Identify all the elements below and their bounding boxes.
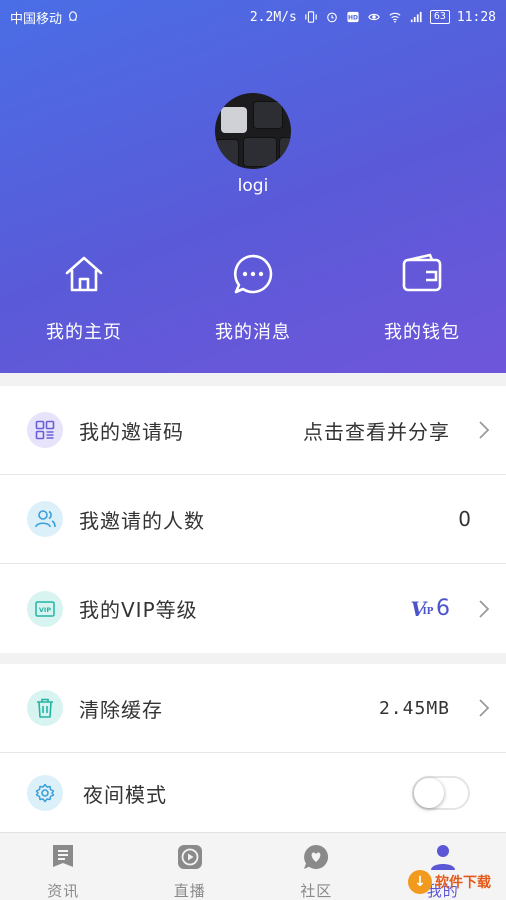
my-messages-button[interactable]: 我的消息 (183, 252, 323, 344)
trash-icon (37, 698, 53, 718)
qq-icon (69, 11, 78, 21)
clock: 11:28 (456, 9, 496, 25)
avatar[interactable] (215, 93, 291, 169)
username: logi (237, 176, 269, 196)
quick-action-label: 我的主页 (46, 322, 122, 343)
vip-level-number: 6 (436, 596, 450, 621)
tab-label: 社区 (300, 882, 333, 900)
vip-level-title: 我的VIP等级 (79, 598, 198, 622)
vibrate-icon (305, 11, 317, 23)
invite-count-row[interactable]: 我邀请的人数 0 (0, 475, 506, 564)
gear-icon (35, 783, 55, 803)
quick-action-label: 我的消息 (215, 322, 291, 343)
svg-text:HD: HD (348, 15, 358, 22)
hd-icon: HD (347, 11, 359, 23)
settings-section: 清除缓存 2.45MB 夜间模式 (0, 664, 506, 833)
play-icon (177, 845, 202, 869)
users-icon (35, 510, 56, 528)
chevron-right-icon (479, 699, 490, 717)
clear-cache-row[interactable]: 清除缓存 2.45MB (0, 664, 506, 753)
carrier-name: 中国移动 (10, 11, 63, 27)
alarm-icon (326, 12, 337, 23)
invite-code-value: 点击查看并分享 (303, 419, 450, 444)
vip-level-value: V IP 6 (410, 596, 450, 621)
profile-header: 中国移动 2.2M/s HD 63 11:28 logi 我的主页 我的消息 我… (0, 0, 506, 373)
battery-level: 63 (429, 10, 450, 24)
vip-level-row[interactable]: VIP 我的VIP等级 V IP 6 (0, 564, 506, 653)
invite-count-title: 我邀请的人数 (79, 508, 205, 533)
vip-level-icon-bg: VIP (27, 590, 63, 627)
chevron-right-icon (479, 421, 490, 439)
vip-badge: V IP (410, 596, 434, 621)
quick-action-label: 我的钱包 (384, 322, 460, 343)
my-wallet-button[interactable]: 我的钱包 (352, 252, 492, 344)
network-speed: 2.2M/s (249, 9, 297, 25)
invite-code-title: 我的邀请码 (79, 419, 184, 444)
night-mode-row: 夜间模式 (0, 753, 506, 833)
tab-live[interactable]: 直播 (127, 833, 254, 900)
cache-size-value: 2.45MB (378, 697, 450, 719)
invite-code-row[interactable]: 我的邀请码 点击查看并分享 (0, 386, 506, 475)
person-icon (430, 845, 455, 870)
tab-community[interactable]: 社区 (253, 833, 380, 900)
my-homepage-button[interactable]: 我的主页 (14, 252, 154, 344)
invite-section: 我的邀请码 点击查看并分享 我邀请的人数 0 VIP 我的VIP等级 V IP 6 (0, 386, 506, 653)
chat-bubble-icon (234, 254, 273, 294)
eye-icon (368, 13, 380, 21)
watermark: ↓ 软件下载 (408, 868, 500, 896)
clear-cache-title: 清除缓存 (79, 697, 163, 722)
tab-label: 资讯 (47, 882, 80, 900)
clear-cache-icon-bg (27, 690, 63, 726)
svg-text:VIP: VIP (39, 606, 51, 614)
invite-count-value: 0 (458, 507, 472, 531)
night-mode-title: 夜间模式 (83, 782, 167, 807)
heart-bubble-icon (304, 844, 329, 869)
news-icon (53, 845, 74, 867)
wifi-icon (389, 12, 401, 23)
invite-count-icon-bg (27, 501, 63, 537)
toggle-knob (414, 778, 444, 808)
tab-label: 直播 (173, 882, 206, 900)
wallet-icon (402, 253, 442, 292)
chevron-right-icon (479, 599, 490, 618)
watermark-text: 软件下载 (435, 875, 491, 891)
night-mode-icon-bg (27, 775, 63, 811)
vip-card-icon: VIP (35, 600, 55, 617)
invite-code-icon-bg (27, 412, 63, 448)
night-mode-toggle[interactable] (412, 776, 470, 810)
watermark-logo: ↓ (408, 870, 432, 894)
tab-news[interactable]: 资讯 (0, 833, 127, 900)
home-icon (65, 256, 103, 292)
signal-icon (410, 11, 422, 23)
qr-grid-icon (35, 420, 55, 440)
status-bar: 中国移动 2.2M/s HD 63 11:28 (0, 0, 506, 34)
